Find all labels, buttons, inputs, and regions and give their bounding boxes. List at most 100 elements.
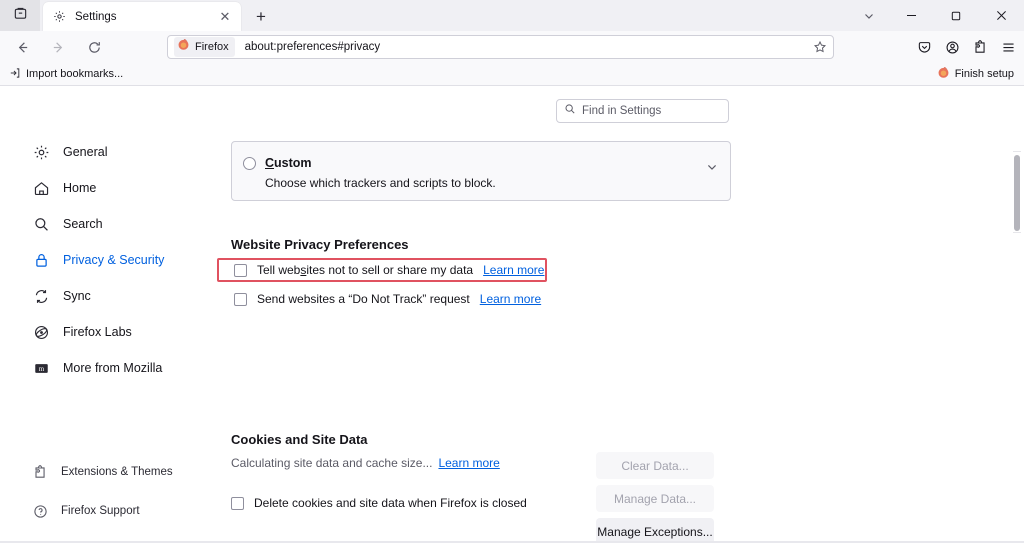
custom-radio-row[interactable]: Custom [243, 156, 312, 170]
tracking-protection-custom-panel[interactable]: Custom Choose which trackers and scripts… [231, 141, 731, 201]
sidebar-footer: Extensions & Themes Firefox Support [0, 459, 215, 524]
bookmark-star-icon[interactable] [813, 40, 827, 54]
sidebar-item-label: Firefox Support [61, 505, 140, 517]
bookmarks-toolbar: Import bookmarks... Finish setup [0, 63, 1024, 86]
labs-icon [32, 323, 50, 341]
cookies-status-row: Calculating site data and cache size... … [231, 456, 500, 470]
sidebar-item-general[interactable]: General [27, 139, 215, 165]
custom-title-accesskey: C [265, 156, 274, 170]
sidebar-item-extensions-themes[interactable]: Extensions & Themes [27, 459, 215, 485]
tab-title: Settings [75, 11, 217, 23]
scrollbar-cap-top [1013, 151, 1021, 152]
label-pre: Tell web [257, 263, 300, 277]
sidebar-item-label: General [63, 145, 107, 159]
tell-websites-label: Tell websites not to sell or share my da… [257, 263, 473, 277]
sidebar-item-label: Extensions & Themes [61, 466, 173, 478]
search-icon [32, 215, 50, 233]
page-scrollbar[interactable] [1010, 86, 1024, 543]
lock-icon [32, 251, 50, 269]
list-all-tabs-button[interactable] [849, 0, 889, 31]
new-tab-button[interactable]: + [247, 2, 275, 30]
import-bookmarks-label: Import bookmarks... [26, 68, 123, 80]
sidebar-item-label: Sync [63, 289, 91, 303]
label-post: ites not to sell or share my data [306, 263, 473, 277]
import-bookmarks-button[interactable]: Import bookmarks... [9, 67, 123, 82]
back-arrow-icon [15, 40, 30, 55]
home-icon [32, 179, 50, 197]
sidebar-item-firefox-labs[interactable]: Firefox Labs [27, 319, 215, 345]
reload-icon [87, 40, 102, 55]
find-in-settings[interactable]: Find in Settings [556, 99, 729, 123]
maximize-button[interactable] [934, 0, 979, 31]
firefox-view-icon [13, 6, 28, 26]
close-window-button[interactable] [979, 0, 1024, 31]
gear-icon [32, 143, 50, 161]
minimize-button[interactable] [889, 0, 934, 31]
account-icon[interactable] [938, 33, 966, 61]
browser-tab-settings[interactable]: Settings ✕ [43, 2, 241, 31]
close-icon [996, 10, 1007, 21]
tell-websites-checkbox[interactable] [234, 264, 247, 277]
back-button[interactable] [6, 33, 38, 61]
custom-description: Choose which trackers and scripts to blo… [265, 176, 496, 190]
search-input-wrapper[interactable]: Find in Settings [556, 99, 729, 123]
delete-cookies-on-close-row[interactable]: Delete cookies and site data when Firefo… [231, 496, 527, 510]
custom-title: Custom [265, 156, 312, 170]
window-controls [849, 0, 1024, 31]
sidebar-item-label: Search [63, 217, 103, 231]
custom-title-rest: ustom [274, 156, 312, 170]
sidebar-item-home[interactable]: Home [27, 175, 215, 201]
url-text: about:preferences#privacy [245, 41, 381, 53]
save-to-pocket-icon[interactable] [910, 33, 938, 61]
settings-sidebar: General Home Search [0, 86, 215, 543]
settings-page: General Home Search [0, 86, 1024, 543]
do-not-track-row[interactable]: Send websites a “Do Not Track” request L… [234, 292, 541, 306]
help-circle-icon [32, 503, 48, 519]
tell-websites-not-to-sell-row[interactable]: Tell websites not to sell or share my da… [234, 263, 544, 277]
toolbar-actions [910, 33, 1022, 61]
sidebar-item-search[interactable]: Search [27, 211, 215, 237]
do-not-track-label: Send websites a “Do Not Track” request [257, 292, 470, 306]
forward-button[interactable] [42, 33, 74, 61]
extensions-icon[interactable] [966, 33, 994, 61]
reload-button[interactable] [78, 33, 110, 61]
close-tab-icon[interactable]: ✕ [217, 9, 233, 25]
manage-exceptions-button[interactable]: Manage Exceptions... [596, 518, 714, 543]
extensions-icon [32, 464, 48, 480]
scrollbar-thumb[interactable] [1014, 155, 1020, 231]
scrollbar-cap-bottom [1013, 232, 1021, 233]
maximize-icon [951, 10, 962, 21]
finish-setup-label: Finish setup [955, 68, 1014, 80]
tell-websites-learn-more-link[interactable]: Learn more [483, 263, 544, 277]
import-icon [9, 67, 21, 82]
minimize-icon [906, 10, 917, 21]
mozilla-icon: m [32, 359, 50, 377]
delete-cookies-checkbox[interactable] [231, 497, 244, 510]
finish-setup-button[interactable]: Finish setup [937, 66, 1014, 82]
firefox-logo-icon [177, 38, 190, 56]
manage-data-button[interactable]: Manage Data... [596, 485, 714, 512]
sidebar-item-sync[interactable]: Sync [27, 283, 215, 309]
sidebar-item-privacy-security[interactable]: Privacy & Security [27, 247, 215, 273]
cookies-heading: Cookies and Site Data [231, 432, 368, 447]
settings-gear-icon [51, 9, 67, 25]
title-bar: Settings ✕ + [0, 0, 1024, 31]
custom-radio-button[interactable] [243, 157, 256, 170]
do-not-track-learn-more-link[interactable]: Learn more [480, 292, 541, 306]
clear-data-button[interactable]: Clear Data... [596, 452, 714, 479]
sidebar-item-label: More from Mozilla [63, 361, 162, 375]
sidebar-item-firefox-support[interactable]: Firefox Support [27, 498, 215, 524]
firefox-logo-icon [937, 66, 950, 82]
app-menu-icon[interactable] [994, 33, 1022, 61]
forward-arrow-icon [51, 40, 66, 55]
chevron-down-icon[interactable] [706, 160, 718, 178]
identity-box[interactable]: Firefox [174, 37, 235, 57]
sidebar-item-more-from-mozilla[interactable]: m More from Mozilla [27, 355, 215, 381]
navigation-toolbar: Firefox about:preferences#privacy [0, 31, 1024, 63]
cookies-learn-more-link[interactable]: Learn more [438, 456, 499, 470]
url-bar[interactable]: Firefox about:preferences#privacy [167, 35, 834, 59]
sidebar-item-label: Home [63, 181, 96, 195]
firefox-view-button[interactable] [0, 0, 40, 31]
sidebar-item-label: Firefox Labs [63, 325, 132, 339]
do-not-track-checkbox[interactable] [234, 293, 247, 306]
